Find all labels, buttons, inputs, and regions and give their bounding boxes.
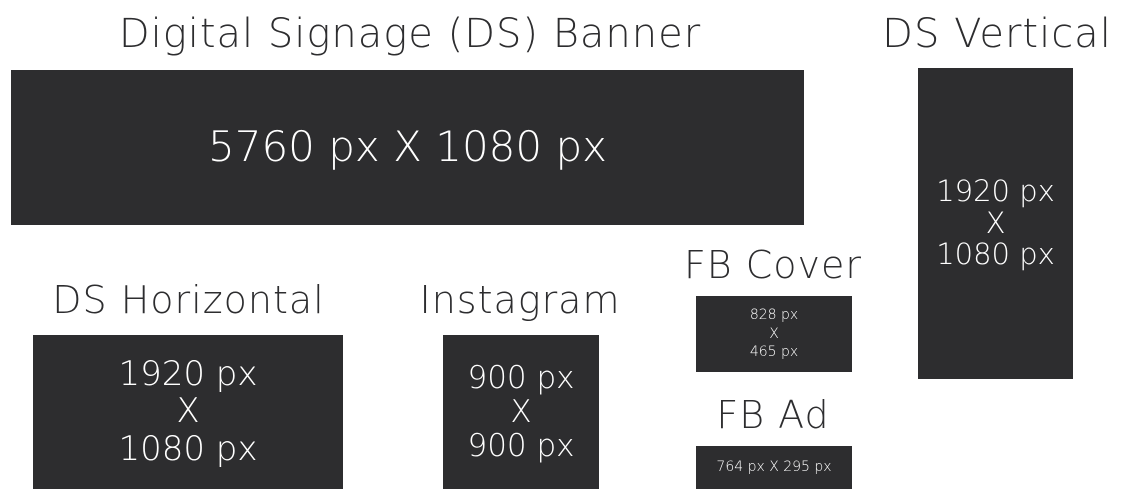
fb-ad-box: 764 px X 295 px: [696, 446, 852, 489]
instagram-height: 900 px: [467, 428, 575, 465]
horizontal-title: DS Horizontal: [52, 278, 325, 322]
instagram-sep: X: [510, 393, 532, 430]
horizontal-box: 1920 px X 1080 px: [33, 335, 343, 489]
vertical-width: 1920 px: [936, 173, 1055, 208]
banner-box: 5760 px X 1080 px: [11, 70, 804, 225]
instagram-box: 900 px X 900 px: [443, 335, 599, 489]
instagram-title: Instagram: [419, 278, 621, 322]
vertical-height: 1080 px: [936, 237, 1055, 272]
horizontal-height: 1080 px: [118, 428, 258, 469]
instagram-width: 900 px: [467, 359, 575, 396]
horizontal-sep: X: [176, 391, 200, 432]
fb-cover-width: 828 px: [749, 306, 799, 323]
banner-size: 5760 px X 1080 px: [208, 122, 607, 172]
fb-cover-box: 828 px X 465 px: [696, 296, 852, 372]
vertical-title: DS Vertical: [882, 11, 1112, 57]
fb-cover-title: FB Cover: [683, 243, 863, 287]
fb-ad-title: FB Ad: [716, 393, 830, 437]
banner-title: Digital Signage (DS) Banner: [118, 11, 702, 57]
vertical-box: 1920 px X 1080 px: [918, 68, 1073, 379]
fb-cover-sep: X: [769, 325, 779, 342]
horizontal-width: 1920 px: [118, 353, 258, 394]
fb-ad-size: 764 px X 295 px: [716, 458, 832, 475]
fb-cover-height: 465 px: [749, 344, 799, 361]
vertical-sep: X: [985, 205, 1006, 240]
